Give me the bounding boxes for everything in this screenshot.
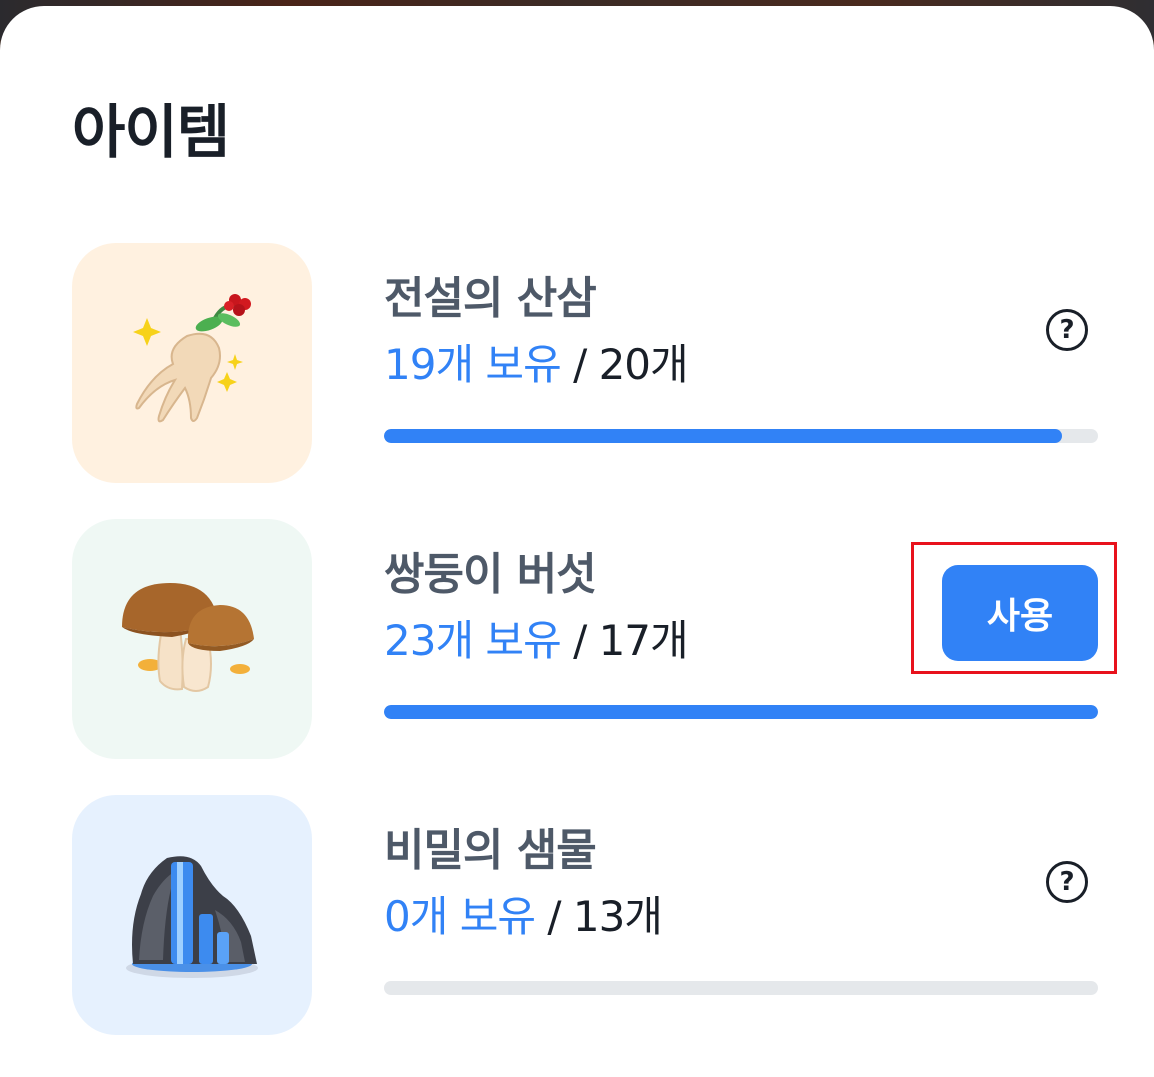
required-count: 13개 xyxy=(572,892,663,941)
items-bottom-sheet: 아이템 전설의 산삼 19개 보유 / 20개 ? 쌍둥이 버섯 23개 보유 … xyxy=(0,6,1154,1077)
item-name: 쌍둥이 버섯 xyxy=(384,549,597,600)
count-separator: / xyxy=(535,892,573,941)
item-row-ginseng: 전설의 산삼 19개 보유 / 20개 ? xyxy=(0,243,1154,483)
item-name: 비밀의 샘물 xyxy=(384,825,597,876)
progress-fill xyxy=(384,705,1098,719)
progress-bar xyxy=(384,429,1098,443)
use-button[interactable]: 사용 xyxy=(942,565,1098,661)
item-count: 19개 보유 / 20개 xyxy=(384,337,689,393)
required-count: 20개 xyxy=(598,340,689,389)
ginseng-icon xyxy=(133,294,251,423)
item-thumbnail xyxy=(72,243,312,483)
progress-bar xyxy=(384,705,1098,719)
count-separator: / xyxy=(560,616,599,665)
owned-count: 19개 보유 xyxy=(384,340,562,389)
progress-fill xyxy=(384,429,1063,443)
sheet-title: 아이템 xyxy=(72,98,230,166)
item-count: 23개 보유 / 17개 xyxy=(384,613,689,669)
item-thumbnail xyxy=(72,519,312,759)
item-thumbnail xyxy=(72,795,312,1035)
mushroom-icon xyxy=(122,583,254,692)
help-icon[interactable]: ? xyxy=(1046,309,1088,351)
item-row-mushroom: 쌍둥이 버섯 23개 보유 / 17개 사용 xyxy=(0,519,1154,759)
owned-count: 0개 보유 xyxy=(384,892,536,941)
owned-count: 23개 보유 xyxy=(384,616,562,665)
waterfall-icon xyxy=(126,856,258,978)
count-separator: / xyxy=(560,340,599,389)
item-row-spring: 비밀의 샘물 0개 보유 / 13개 ? xyxy=(0,795,1154,1035)
item-count: 0개 보유 / 13개 xyxy=(384,889,663,945)
progress-bar xyxy=(384,981,1098,995)
help-icon[interactable]: ? xyxy=(1046,861,1088,903)
required-count: 17개 xyxy=(598,616,689,665)
item-name: 전설의 산삼 xyxy=(384,273,597,324)
